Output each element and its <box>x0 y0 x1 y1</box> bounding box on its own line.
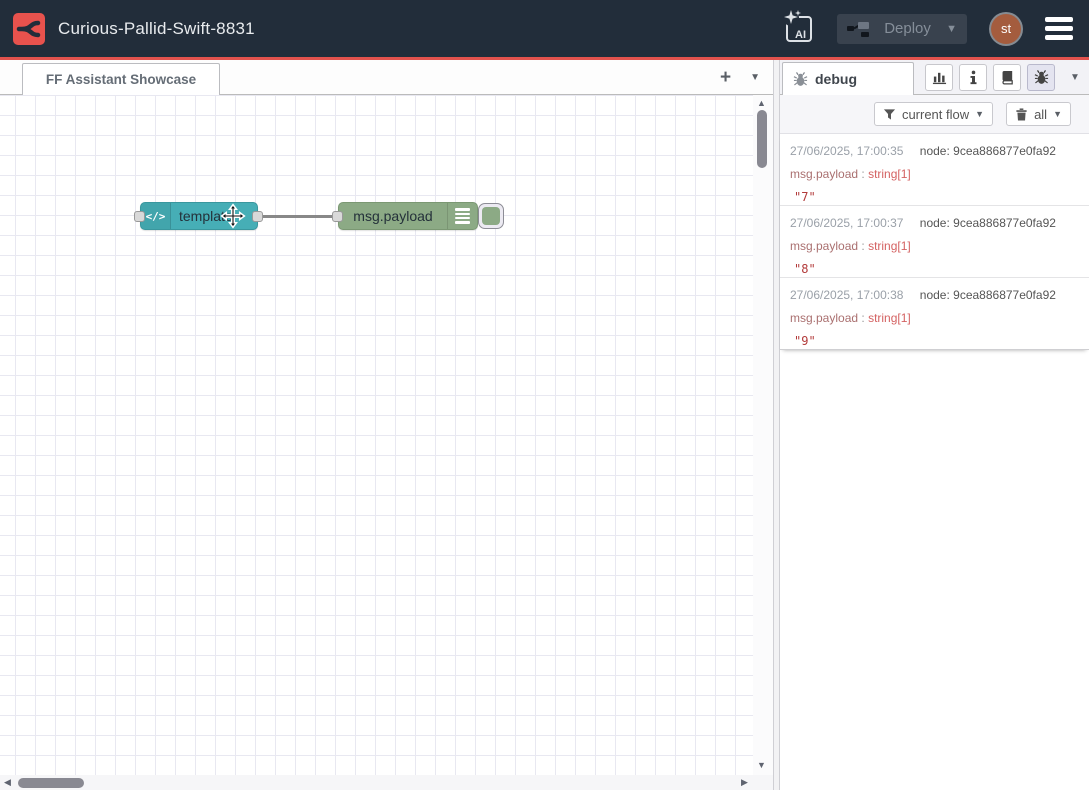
move-cursor-icon <box>220 203 246 229</box>
canvas-vscrollbar[interactable]: ▲ ▼ <box>753 95 773 775</box>
main-menu-button[interactable] <box>1045 17 1073 40</box>
message-property: msg.payload <box>790 167 858 181</box>
debug-clear-label: all <box>1034 107 1047 122</box>
add-flow-button[interactable]: + <box>720 68 731 87</box>
scroll-left-icon[interactable]: ◀ <box>4 777 11 788</box>
workspace-title: Curious-Pallid-Swift-8831 <box>58 19 783 39</box>
deploy-label: Deploy <box>883 20 932 37</box>
flow-canvas[interactable]: </> template msg.payload <box>0 95 773 775</box>
dashboard-chart-button[interactable] <box>925 64 953 91</box>
list-icon <box>447 203 477 229</box>
message-node-id: node: 9cea886877e0fa92 <box>920 216 1056 230</box>
debug-filter-button[interactable]: current flow ▼ <box>874 102 993 126</box>
filter-caret-icon: ▼ <box>975 109 984 119</box>
flow-list-caret-icon[interactable]: ▼ <box>750 72 760 83</box>
scroll-down-icon[interactable]: ▼ <box>757 760 766 770</box>
hscroll-thumb[interactable] <box>18 778 84 788</box>
message-value[interactable]: "8" <box>790 262 1079 276</box>
bug-icon <box>1034 70 1049 85</box>
message-property: msg.payload <box>790 239 858 253</box>
sidebar-tabs-caret-icon[interactable]: ▼ <box>1070 72 1080 83</box>
port-template-input[interactable] <box>134 211 145 222</box>
wire-layer <box>0 95 753 775</box>
message-node-id: node: 9cea886877e0fa92 <box>920 288 1056 302</box>
flow-tab-label: FF Assistant Showcase <box>46 72 196 87</box>
svg-text:AI: AI <box>795 29 806 41</box>
debug-toolbar: current flow ▼ all ▼ <box>780 95 1089 134</box>
canvas-hscrollbar[interactable]: ◀ ▶ <box>0 775 773 790</box>
chart-icon <box>932 70 947 85</box>
info-button[interactable] <box>959 64 987 91</box>
deploy-options-caret-icon[interactable]: ▼ <box>946 23 957 35</box>
menu-bar <box>1045 17 1073 22</box>
flow-tabbar: FF Assistant Showcase + ▼ <box>0 60 773 95</box>
message-value[interactable]: "9" <box>790 334 1079 348</box>
user-avatar[interactable]: st <box>991 14 1021 44</box>
book-icon <box>1000 70 1015 85</box>
menu-bar <box>1045 35 1073 40</box>
bug-icon <box>793 72 808 87</box>
debug-clear-button[interactable]: all ▼ <box>1006 102 1071 126</box>
deploy-button[interactable]: Deploy ▼ <box>837 14 967 44</box>
debug-message[interactable]: 27/06/2025, 17:00:38 node: 9cea886877e0f… <box>780 278 1089 350</box>
deploy-nodes-icon <box>847 21 871 37</box>
message-timestamp: 27/06/2025, 17:00:35 <box>790 144 903 158</box>
message-node-id: node: 9cea886877e0fa92 <box>920 144 1056 158</box>
tabbar-actions: + ▼ <box>720 60 760 95</box>
message-timestamp: 27/06/2025, 17:00:37 <box>790 216 903 230</box>
debug-sidebar: debug <box>780 60 1089 790</box>
port-template-output[interactable] <box>252 211 263 222</box>
message-timestamp: 27/06/2025, 17:00:38 <box>790 288 903 302</box>
node-debug[interactable]: msg.payload <box>338 202 478 230</box>
ai-assistant-button[interactable]: AI <box>783 9 815 48</box>
debug-filter-label: current flow <box>902 107 969 122</box>
debug-message[interactable]: 27/06/2025, 17:00:35 node: 9cea886877e0f… <box>780 134 1089 206</box>
info-icon <box>966 70 981 85</box>
message-type: string[1] <box>868 311 911 325</box>
vscroll-thumb[interactable] <box>757 110 767 168</box>
message-value[interactable]: "7" <box>790 190 1079 204</box>
help-docs-button[interactable] <box>993 64 1021 91</box>
debug-message[interactable]: 27/06/2025, 17:00:37 node: 9cea886877e0f… <box>780 206 1089 278</box>
menu-bar <box>1045 26 1073 31</box>
scroll-right-icon[interactable]: ▶ <box>741 777 748 788</box>
port-debug-input[interactable] <box>332 211 343 222</box>
debug-toggle-fill <box>482 207 500 225</box>
funnel-icon <box>883 108 896 121</box>
debug-enable-toggle[interactable] <box>478 203 504 229</box>
sidebar-tab-debug[interactable]: debug <box>782 62 914 95</box>
ai-sparkle-icon: AI <box>783 9 815 45</box>
sidebar-tabbar: debug <box>780 60 1089 95</box>
sidebar-tab-debug-label: debug <box>815 71 857 87</box>
trash-icon <box>1015 108 1028 121</box>
message-type: string[1] <box>868 239 911 253</box>
header-actions: AI Deploy ▼ st <box>783 9 1089 48</box>
flowfuse-logo-icon[interactable] <box>13 13 45 45</box>
editor-pane: FF Assistant Showcase + ▼ </> templa <box>0 60 773 790</box>
message-property: msg.payload <box>790 311 858 325</box>
debug-panel-button[interactable] <box>1027 64 1055 91</box>
flow-tab-active[interactable]: FF Assistant Showcase <box>22 63 220 95</box>
node-debug-label: msg.payload <box>339 203 447 229</box>
header: Curious-Pallid-Swift-8831 AI D <box>0 0 1089 57</box>
logo-branch-glyph <box>16 16 42 42</box>
sidebar-resizer[interactable] <box>773 60 780 790</box>
scroll-up-icon[interactable]: ▲ <box>757 98 766 108</box>
sidebar-toolbar: ▼ <box>925 64 1080 91</box>
app-root: Curious-Pallid-Swift-8831 AI D <box>0 0 1089 790</box>
clear-caret-icon: ▼ <box>1053 109 1062 119</box>
message-type: string[1] <box>868 167 911 181</box>
main-area: FF Assistant Showcase + ▼ </> templa <box>0 60 1089 790</box>
debug-message-list: 27/06/2025, 17:00:35 node: 9cea886877e0f… <box>780 134 1089 350</box>
code-icon: </> <box>141 203 171 229</box>
